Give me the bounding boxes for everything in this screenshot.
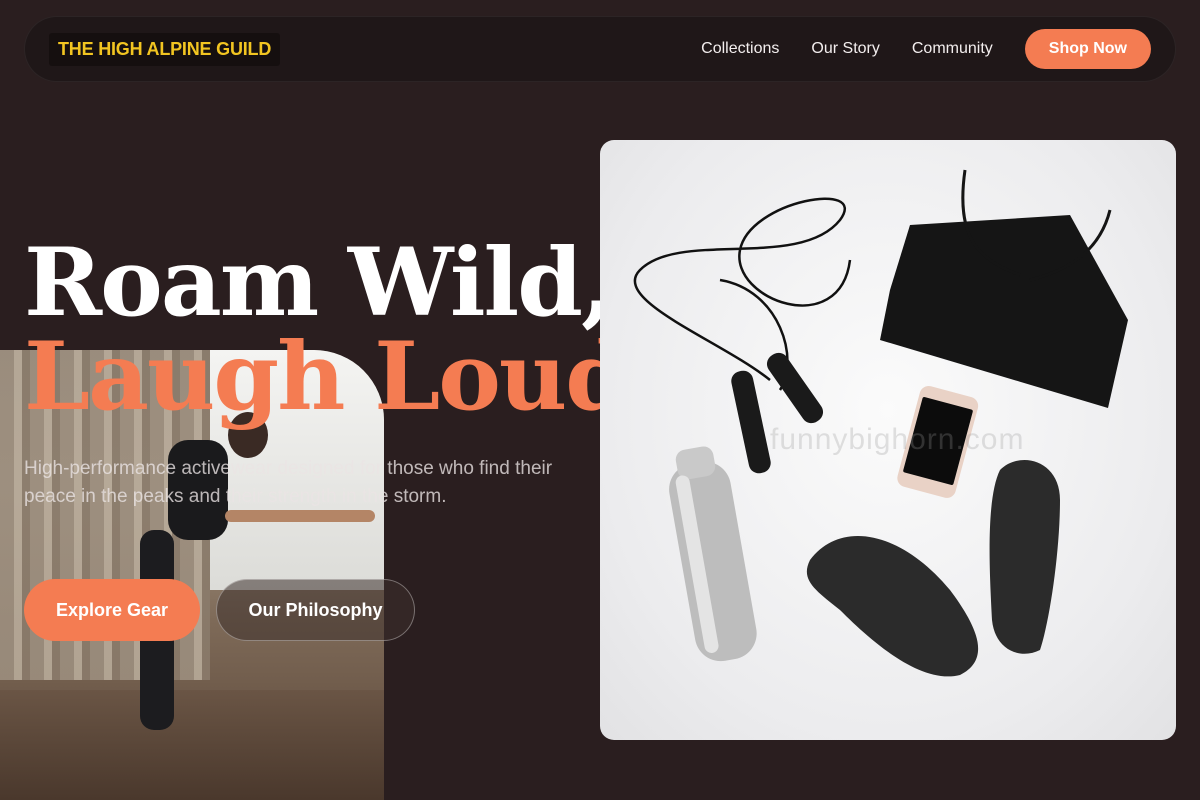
headline-line-2: Laugh Loud.	[24, 322, 662, 432]
our-philosophy-button[interactable]: Our Philosophy	[216, 579, 415, 641]
nav-link-our-story[interactable]: Our Story	[811, 40, 879, 58]
shop-now-button[interactable]: Shop Now	[1024, 29, 1151, 69]
hero-subtext: High-performance activewear designed for…	[24, 458, 553, 507]
hero-headline: Roam Wild, Laugh Loud.	[24, 228, 662, 432]
nav-link-community[interactable]: Community	[912, 40, 993, 58]
image-watermark: funnybighorn.com	[770, 423, 1025, 456]
jump-rope-handle-left	[731, 370, 771, 474]
sneaker-right	[989, 460, 1060, 654]
product-flatlay-image: funnybighorn.com	[600, 140, 1176, 740]
jump-rope-cord	[633, 197, 852, 381]
jump-rope-handle-right	[766, 352, 824, 424]
explore-gear-button[interactable]: Explore Gear	[24, 579, 200, 641]
water-bottle	[669, 446, 757, 662]
sneaker-left	[806, 536, 979, 677]
nav-link-collections[interactable]: Collections	[701, 40, 779, 58]
top-navbar: THE HIGH ALPINE GUILD Collections Our St…	[24, 16, 1176, 82]
nav-links: Collections Our Story Community	[701, 40, 993, 58]
sports-bra	[880, 215, 1128, 408]
headline-line-1: Roam Wild,	[24, 228, 614, 338]
brand-logo[interactable]: THE HIGH ALPINE GUILD	[49, 32, 281, 66]
